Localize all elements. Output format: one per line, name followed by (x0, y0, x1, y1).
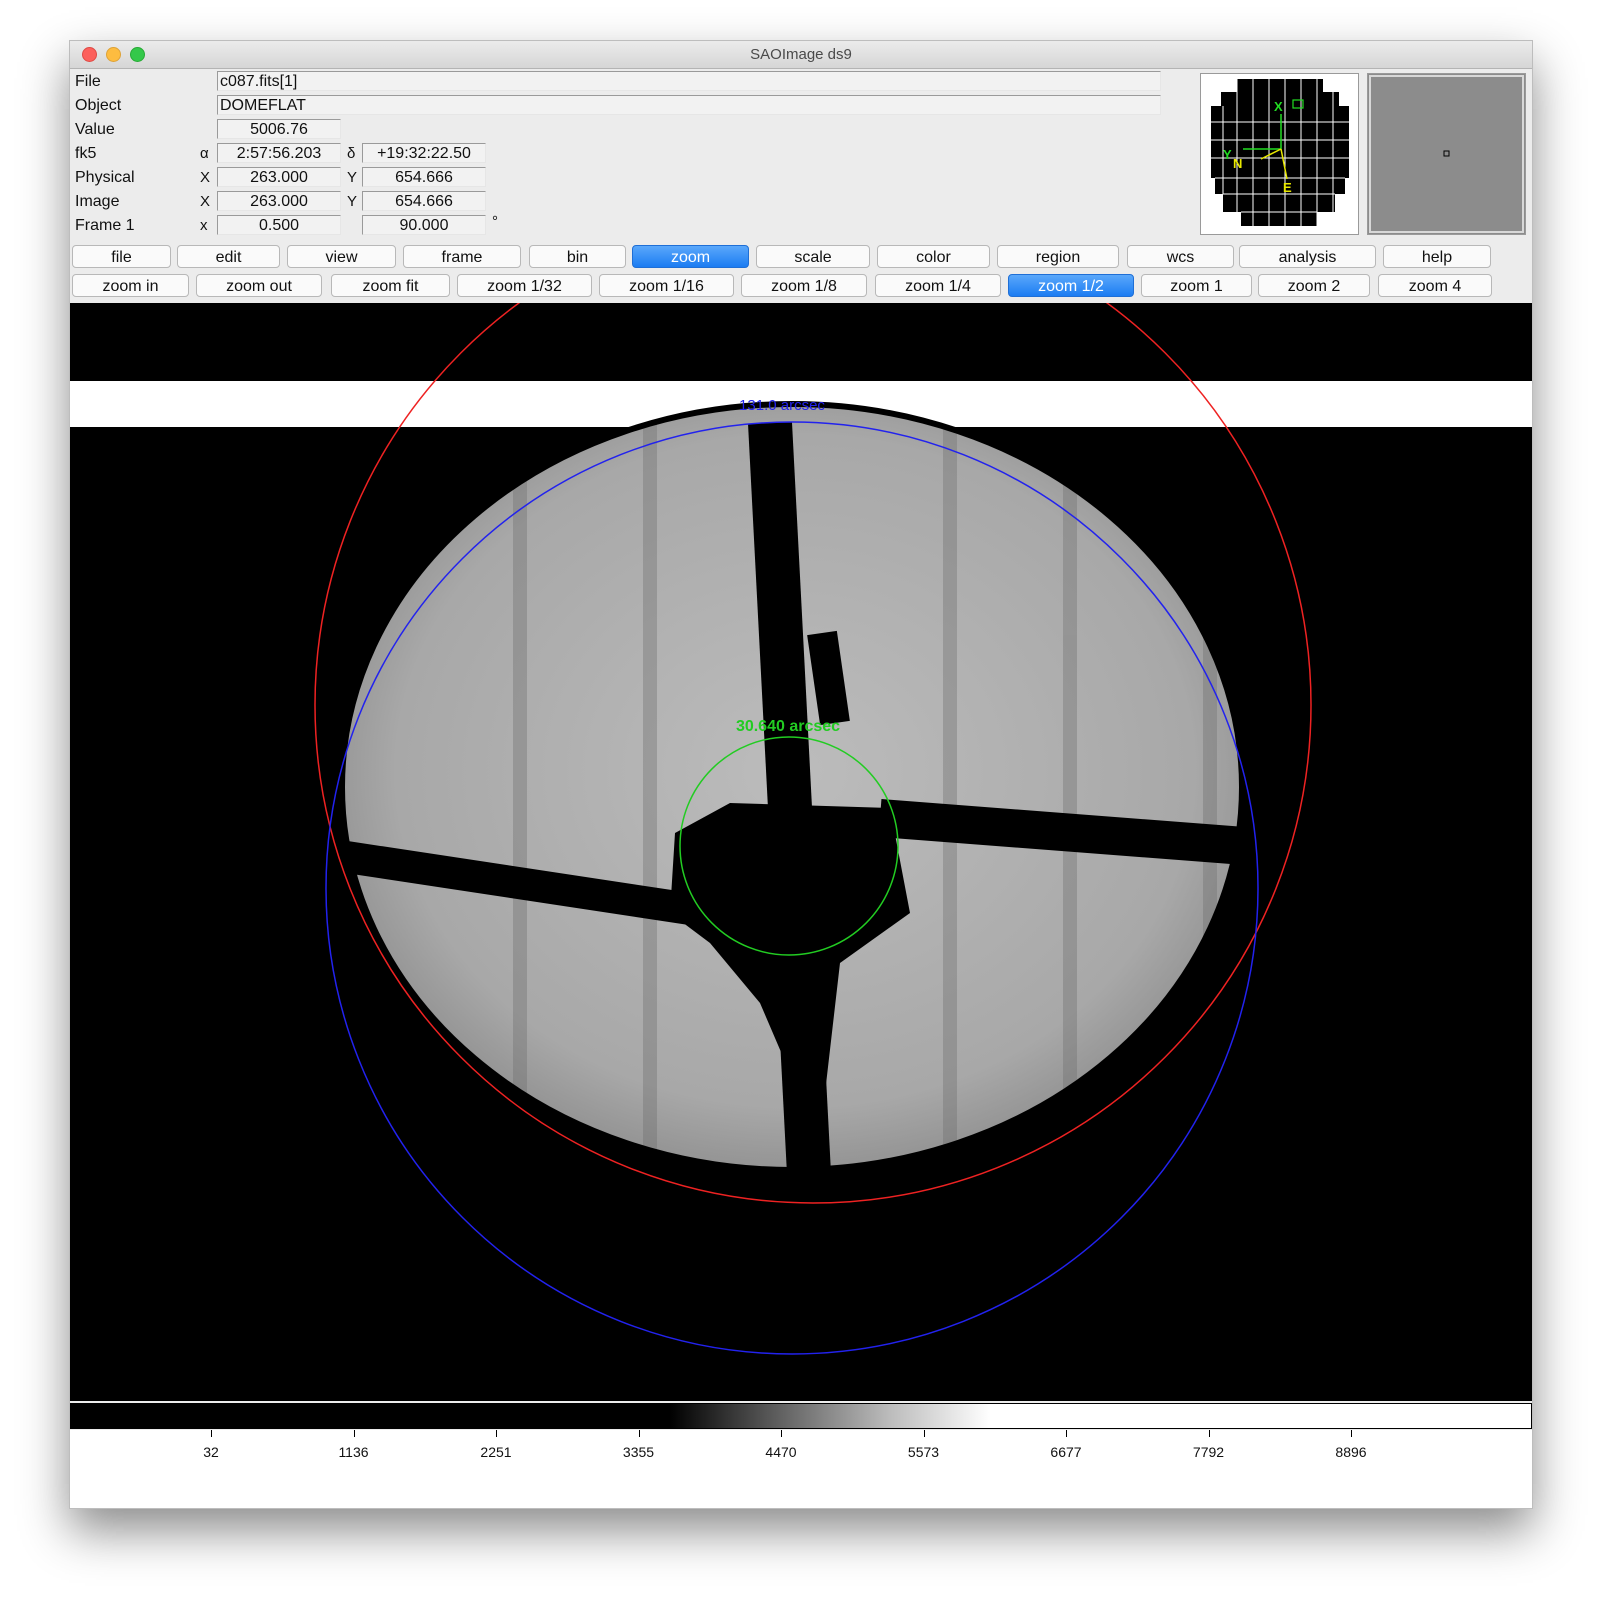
delta-field: +19:32:22.50 (362, 143, 486, 163)
blue-region-label: 131.0 arcsec (739, 397, 825, 414)
object-label: Object (75, 97, 122, 114)
zoom-button-zoom-1[interactable]: zoom 1 (1141, 274, 1252, 297)
colorbar-tick (781, 1430, 782, 1437)
zoom-button-zoom-1-4[interactable]: zoom 1/4 (875, 274, 1001, 297)
magnifier-view (1368, 74, 1525, 234)
green-region-label: 30.640 arcsec (736, 718, 840, 735)
menu-button-help[interactable]: help (1383, 245, 1491, 268)
colorbar[interactable] (70, 1403, 1532, 1429)
menu-button-analysis[interactable]: analysis (1239, 245, 1376, 268)
image-x-field: 263.000 (217, 191, 341, 211)
delta-symbol: δ (347, 145, 356, 162)
zoom-button-zoom-in[interactable]: zoom in (72, 274, 189, 297)
zoom-button-zoom-out[interactable]: zoom out (196, 274, 322, 297)
menu-button-file[interactable]: file (72, 245, 171, 268)
colorbar-tick (211, 1430, 212, 1437)
zoom-button-zoom-1-8[interactable]: zoom 1/8 (741, 274, 867, 297)
frame-angle-field: 90.000 (362, 215, 486, 235)
zoom-button-zoom-1-32[interactable]: zoom 1/32 (457, 274, 592, 297)
zoom-button-zoom-1-16[interactable]: zoom 1/16 (599, 274, 734, 297)
fk5-label: fk5 (75, 145, 97, 162)
colorbar-tick (353, 1430, 355, 1437)
colorbar-tick (496, 1430, 497, 1437)
colorbar-tick-label: 3355 (622, 1444, 655, 1460)
value-field: 5006.76 (217, 119, 341, 139)
colorbar-tick (638, 1430, 640, 1437)
image-frame[interactable]: 131.0 arcsec 30.640 arcsec (70, 206, 1532, 1401)
image-y-field: 654.666 (362, 191, 486, 211)
value-label: Value (75, 121, 115, 138)
menu-button-edit[interactable]: edit (177, 245, 280, 268)
menu-button-scale[interactable]: scale (756, 245, 870, 268)
frame-x-symbol: x (200, 217, 208, 234)
menu-button-region[interactable]: region (997, 245, 1119, 268)
physical-x-field: 263.000 (217, 167, 341, 187)
alpha-symbol: α (200, 145, 209, 162)
panner-n-label: N (1233, 156, 1242, 171)
menu-button-zoom[interactable]: zoom (632, 245, 749, 268)
zoom-button-zoom-1-2[interactable]: zoom 1/2 (1008, 274, 1134, 297)
image-y-symbol: Y (347, 193, 358, 210)
physical-x-symbol: X (200, 169, 211, 186)
object-field: DOMEFLAT (217, 95, 1161, 115)
panner-y-label: Y (1223, 147, 1232, 162)
panner-e-label: E (1283, 180, 1292, 195)
zoom-button-zoom-4[interactable]: zoom 4 (1378, 274, 1492, 297)
colorbar-tick (1208, 1430, 1210, 1437)
colorbar-tick (1066, 1430, 1067, 1437)
physical-y-field: 654.666 (362, 167, 486, 187)
image-label: Image (75, 193, 120, 210)
colorbar-tick-label: 6677 (1050, 1444, 1082, 1460)
panner-x-label: X (1274, 99, 1283, 114)
colorbar-tick-label: 1136 (338, 1444, 369, 1460)
frame-label: Frame 1 (75, 217, 135, 234)
colorbar-tick-label: 5573 (907, 1444, 940, 1460)
ds9-window: SAOImage ds9 File c087.fits[1] Object DO… (69, 40, 1533, 1509)
colorbar-tick (923, 1430, 925, 1437)
image-x-symbol: X (200, 193, 211, 210)
file-field: c087.fits[1] (217, 71, 1161, 91)
title-bar[interactable]: SAOImage ds9 (70, 41, 1532, 69)
colorbar-tick-label: 2251 (480, 1444, 512, 1460)
physical-y-symbol: Y (347, 169, 358, 186)
colorbar-tick-label: 7792 (1192, 1444, 1225, 1460)
colorbar-tick-label: 8896 (1335, 1444, 1367, 1460)
panner-mosaic: X Y N E (1211, 79, 1349, 226)
zoom-button-zoom-fit[interactable]: zoom fit (331, 274, 450, 297)
window-title: SAOImage ds9 (750, 46, 852, 63)
degree-symbol: ° (492, 213, 498, 230)
menu-button-wcs[interactable]: wcs (1127, 245, 1234, 268)
colorbar-axis: 32 1136 2251 3355 4470 5573 6677 7792 8896 (70, 1430, 1532, 1508)
image-canvas[interactable]: 131.0 arcsec 30.640 arcsec (70, 206, 1532, 1401)
menu-button-frame[interactable]: frame (403, 245, 521, 268)
frame-zoom-field: 0.500 (217, 215, 341, 235)
colorbar-tick-label: 32 (203, 1444, 219, 1460)
zoom-button-zoom-2[interactable]: zoom 2 (1258, 274, 1370, 297)
file-label: File (75, 73, 101, 90)
panner[interactable]: X Y N E (1200, 73, 1359, 235)
magnifier (1367, 73, 1526, 235)
colorbar-tick (1351, 1430, 1352, 1437)
physical-label: Physical (75, 169, 135, 186)
menu-button-view[interactable]: view (287, 245, 396, 268)
menu-button-color[interactable]: color (877, 245, 990, 268)
colorbar-tick-label: 4470 (765, 1444, 797, 1460)
menu-button-bin[interactable]: bin (529, 245, 626, 268)
alpha-field: 2:57:56.203 (217, 143, 341, 163)
